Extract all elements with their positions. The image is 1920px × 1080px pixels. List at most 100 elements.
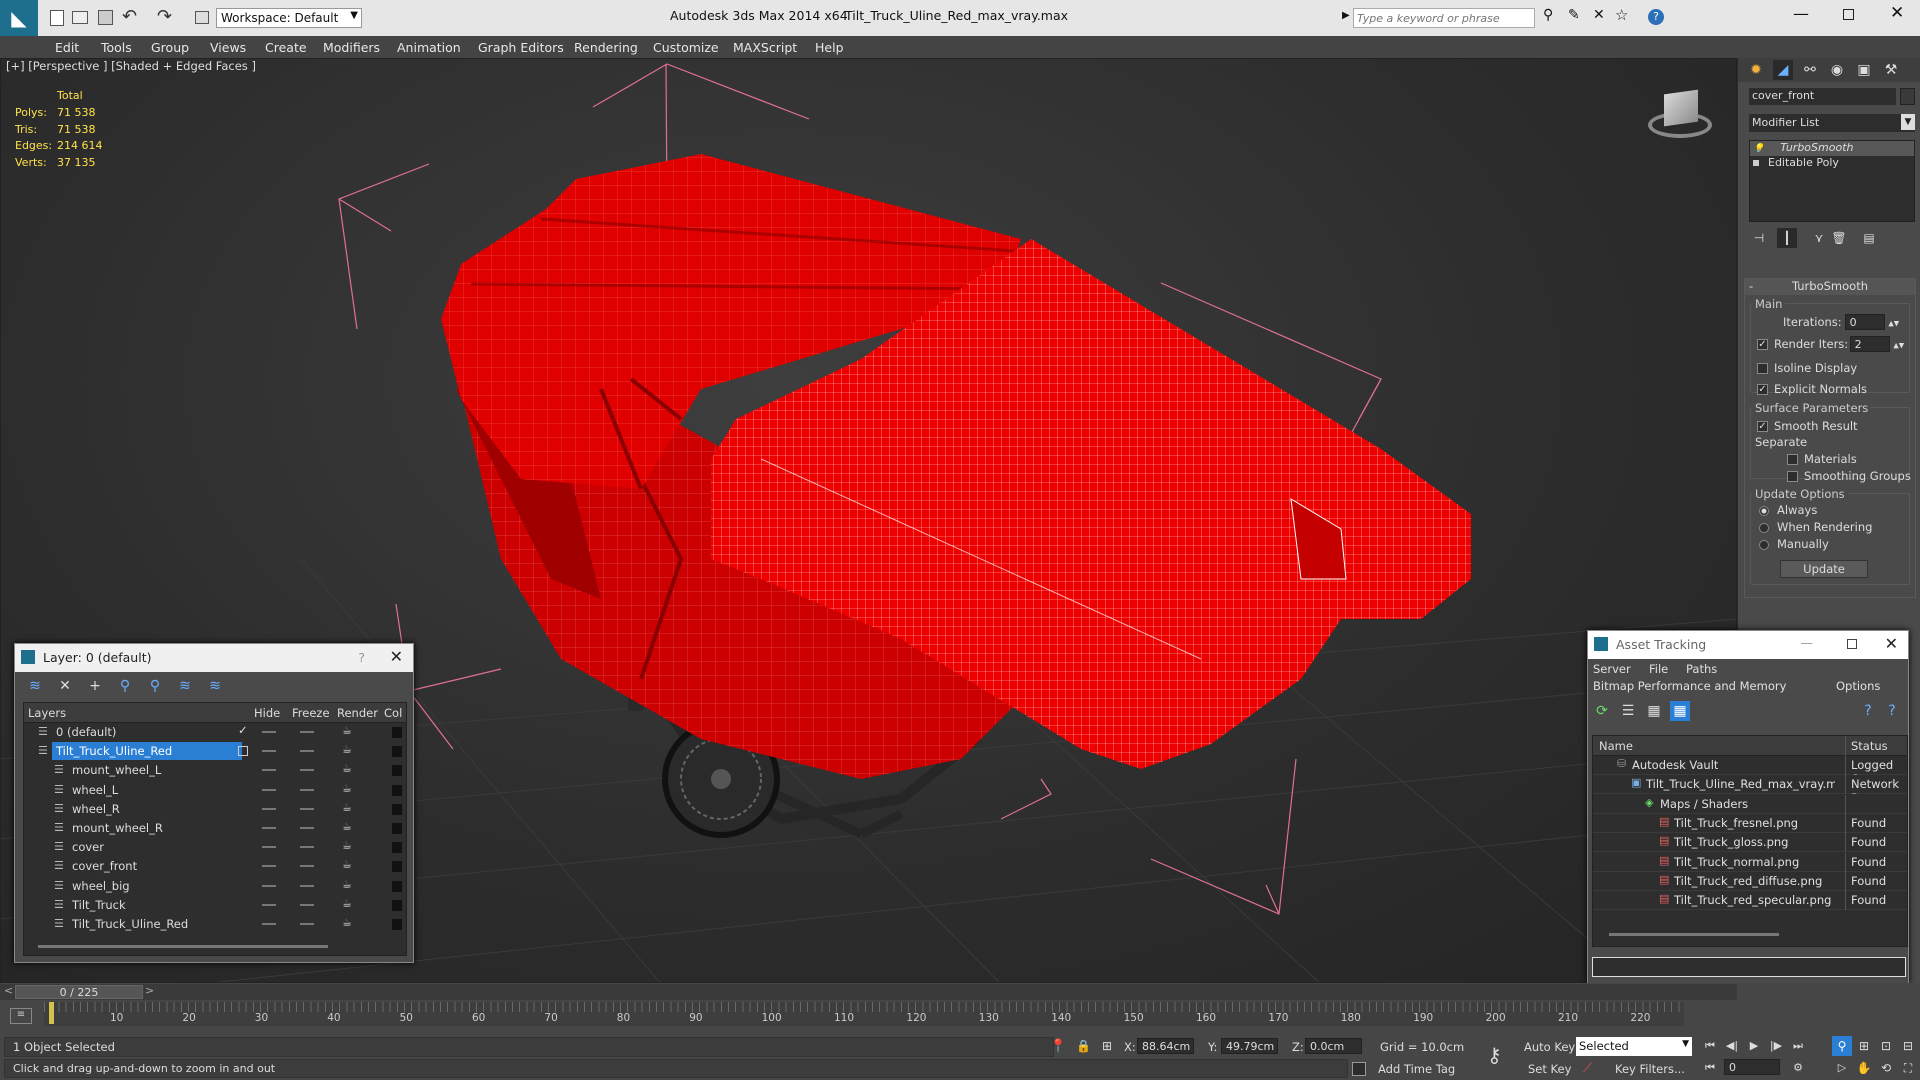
- render-teapot-icon[interactable]: ☕: [342, 897, 352, 910]
- asset-hscrollbar[interactable]: [1609, 933, 1779, 936]
- explicit-normals-checkbox[interactable]: ✓: [1757, 384, 1768, 395]
- hide-all-layers-icon[interactable]: ≋: [175, 676, 195, 696]
- freeze-toggle[interactable]: [300, 923, 314, 925]
- iterations-spinner[interactable]: 0: [1844, 314, 1885, 330]
- col-layers[interactable]: Layers: [28, 706, 66, 720]
- menu-graph-editors[interactable]: Graph Editors: [478, 40, 564, 55]
- menu-help[interactable]: Help: [815, 40, 844, 55]
- next-frame-icon[interactable]: |▶: [1766, 1036, 1786, 1056]
- pan-view-icon[interactable]: ✋: [1854, 1058, 1874, 1078]
- materials-checkbox[interactable]: [1787, 454, 1798, 465]
- pin-stack-icon[interactable]: ⊣: [1749, 228, 1769, 248]
- time-slider[interactable]: < 0 / 225 >: [0, 984, 1737, 1000]
- maximize-viewport-icon[interactable]: ⛶: [1898, 1058, 1918, 1078]
- search-input[interactable]: [1353, 8, 1535, 28]
- layer-row[interactable]: ☰ mount_wheel_R ☕: [24, 819, 406, 838]
- time-config-icon[interactable]: ⚙: [1788, 1058, 1808, 1078]
- add-to-layer-icon[interactable]: +: [85, 676, 105, 696]
- motion-tab-icon[interactable]: ◉: [1827, 60, 1847, 80]
- zoom-extents-icon[interactable]: ⊡: [1876, 1036, 1896, 1056]
- hide-toggle[interactable]: [262, 827, 276, 829]
- freeze-toggle[interactable]: [300, 750, 314, 753]
- object-name-field[interactable]: cover_front: [1749, 88, 1896, 105]
- asset-row[interactable]: ◈ Maps / Shaders: [1593, 794, 1907, 814]
- layer-color-swatch[interactable]: [392, 823, 402, 834]
- freeze-toggle[interactable]: [300, 788, 314, 791]
- field-of-view-icon[interactable]: ▷: [1832, 1058, 1852, 1078]
- maximize-button[interactable]: [1843, 9, 1854, 20]
- save-file-icon[interactable]: [98, 10, 113, 25]
- help-icon[interactable]: ?: [1858, 701, 1878, 721]
- previous-frame-icon[interactable]: ◀|: [1722, 1036, 1742, 1056]
- menu-views[interactable]: Views: [210, 40, 246, 55]
- track-bar[interactable]: 10 20 30 40 50 60 70 80 90 100 110 120 130 140 150 160 1…: [44, 1002, 1684, 1026]
- key-filters-button[interactable]: Key Filters...: [1615, 1062, 1685, 1076]
- layer-color-swatch[interactable]: [392, 784, 402, 796]
- remove-modifier-icon[interactable]: 🗑: [1829, 228, 1849, 248]
- always-radio[interactable]: [1759, 505, 1769, 516]
- layer-name[interactable]: Tilt_Truck_Uline_Red: [52, 742, 242, 761]
- layer-color-swatch[interactable]: [392, 899, 402, 911]
- tree-view-icon[interactable]: ▦: [1644, 701, 1664, 721]
- rollout-header[interactable]: - TurboSmooth: [1745, 279, 1915, 295]
- menu-edit[interactable]: Edit: [55, 40, 79, 55]
- auto-key-button[interactable]: Auto Key: [1524, 1040, 1575, 1054]
- open-file-icon[interactable]: [72, 11, 88, 24]
- highlight-layer-icon[interactable]: ⚲: [145, 676, 165, 696]
- render-teapot-icon[interactable]: ☕: [342, 916, 352, 929]
- asset-row[interactable]: ▤ Tilt_Truck_normal.png Found: [1593, 852, 1907, 872]
- help-icon[interactable]: ?: [1648, 9, 1664, 25]
- col-color[interactable]: Col: [384, 706, 402, 720]
- minimize-button[interactable]: —: [1793, 4, 1809, 23]
- freeze-toggle[interactable]: [300, 865, 314, 868]
- favorites-star-icon[interactable]: ☆: [1615, 6, 1628, 24]
- asset-row[interactable]: ▤ Tilt_Truck_gloss.png Found: [1593, 833, 1907, 853]
- layer-row[interactable]: ☰ Tilt_Truck ☕: [24, 896, 406, 915]
- create-tab-icon[interactable]: ✹: [1746, 60, 1766, 80]
- zoom-all-icon[interactable]: ⊞: [1854, 1036, 1874, 1056]
- render-teapot-icon[interactable]: ☕: [342, 839, 352, 852]
- hide-toggle[interactable]: [262, 731, 276, 733]
- manually-radio[interactable]: [1759, 539, 1769, 550]
- asset-tracking-titlebar[interactable]: Asset Tracking — ✕: [1588, 631, 1908, 659]
- layer-name[interactable]: cover_front: [68, 857, 141, 875]
- about-icon[interactable]: ?: [1882, 701, 1902, 721]
- y-coordinate-field[interactable]: 49.79cm: [1221, 1038, 1278, 1054]
- col-render[interactable]: Render: [337, 706, 378, 720]
- layer-row[interactable]: ☰ wheel_L ☕: [24, 781, 406, 800]
- render-teapot-icon[interactable]: ☕: [342, 724, 352, 737]
- layer-hscrollbar[interactable]: [38, 945, 328, 948]
- layer-color-swatch[interactable]: [392, 880, 402, 892]
- absolute-mode-icon[interactable]: ⊞: [1102, 1039, 1112, 1053]
- hide-toggle[interactable]: [262, 750, 276, 753]
- menu-server[interactable]: Server: [1593, 662, 1631, 676]
- key-mode-icon[interactable]: ⚷: [1487, 1043, 1502, 1067]
- smoothing-groups-checkbox[interactable]: [1787, 471, 1798, 482]
- freeze-toggle[interactable]: [300, 731, 314, 733]
- asset-row[interactable]: ▤ Tilt_Truck_red_specular.png Found: [1593, 891, 1907, 911]
- col-freeze[interactable]: Freeze: [292, 706, 330, 720]
- selection-lock-icon[interactable]: 🔒: [1076, 1039, 1091, 1053]
- mini-curve-editor-icon[interactable]: ≡: [10, 1008, 32, 1024]
- asset-row[interactable]: ▤ Tilt_Truck_fresnel.png Found: [1593, 813, 1907, 833]
- isoline-checkbox[interactable]: [1757, 363, 1768, 374]
- render-teapot-icon[interactable]: ☕: [342, 762, 352, 775]
- hide-toggle[interactable]: [262, 865, 276, 868]
- zoom-extents-all-icon[interactable]: ⊟: [1898, 1036, 1918, 1056]
- app-logo-icon[interactable]: ◣: [0, 0, 38, 36]
- smooth-result-checkbox[interactable]: ✓: [1757, 421, 1768, 432]
- prev-frame-arrow-icon[interactable]: <: [4, 984, 13, 997]
- new-layer-icon[interactable]: ≋: [25, 676, 45, 696]
- layer-row[interactable]: ☰ wheel_big ☕: [24, 877, 406, 896]
- spinner-arrows-icon[interactable]: ▲▼: [1888, 320, 1899, 328]
- render-teapot-icon[interactable]: ☕: [342, 878, 352, 891]
- close-button[interactable]: ✕: [1890, 3, 1904, 23]
- minimize-button[interactable]: —: [1801, 635, 1814, 650]
- refresh-icon[interactable]: ⟳: [1592, 701, 1612, 721]
- time-slider-thumb[interactable]: 0 / 225: [15, 985, 143, 999]
- asset-row[interactable]: ▤ Tilt_Truck_red_diffuse.png Found: [1593, 871, 1907, 891]
- stack-item-turbosmooth[interactable]: 💡 TurboSmooth: [1750, 141, 1914, 156]
- layer-name[interactable]: Tilt_Truck_Uline_Red: [68, 915, 192, 933]
- render-iters-spinner[interactable]: 2: [1849, 336, 1890, 352]
- layer-color-swatch[interactable]: [392, 803, 402, 815]
